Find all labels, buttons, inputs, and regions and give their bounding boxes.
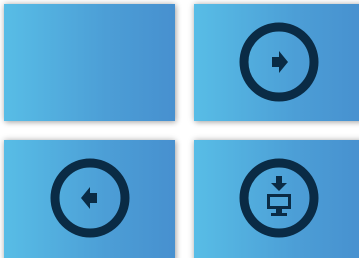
blank-tile[interactable] [4, 4, 175, 121]
back-tile[interactable] [4, 140, 175, 258]
forward-tile[interactable] [194, 4, 359, 121]
arrow-right-circle-icon [239, 22, 319, 102]
download-tile[interactable] [194, 140, 359, 258]
download-to-monitor-icon [239, 158, 319, 238]
arrow-left-circle-icon [50, 158, 130, 238]
tile-grid [0, 0, 359, 258]
